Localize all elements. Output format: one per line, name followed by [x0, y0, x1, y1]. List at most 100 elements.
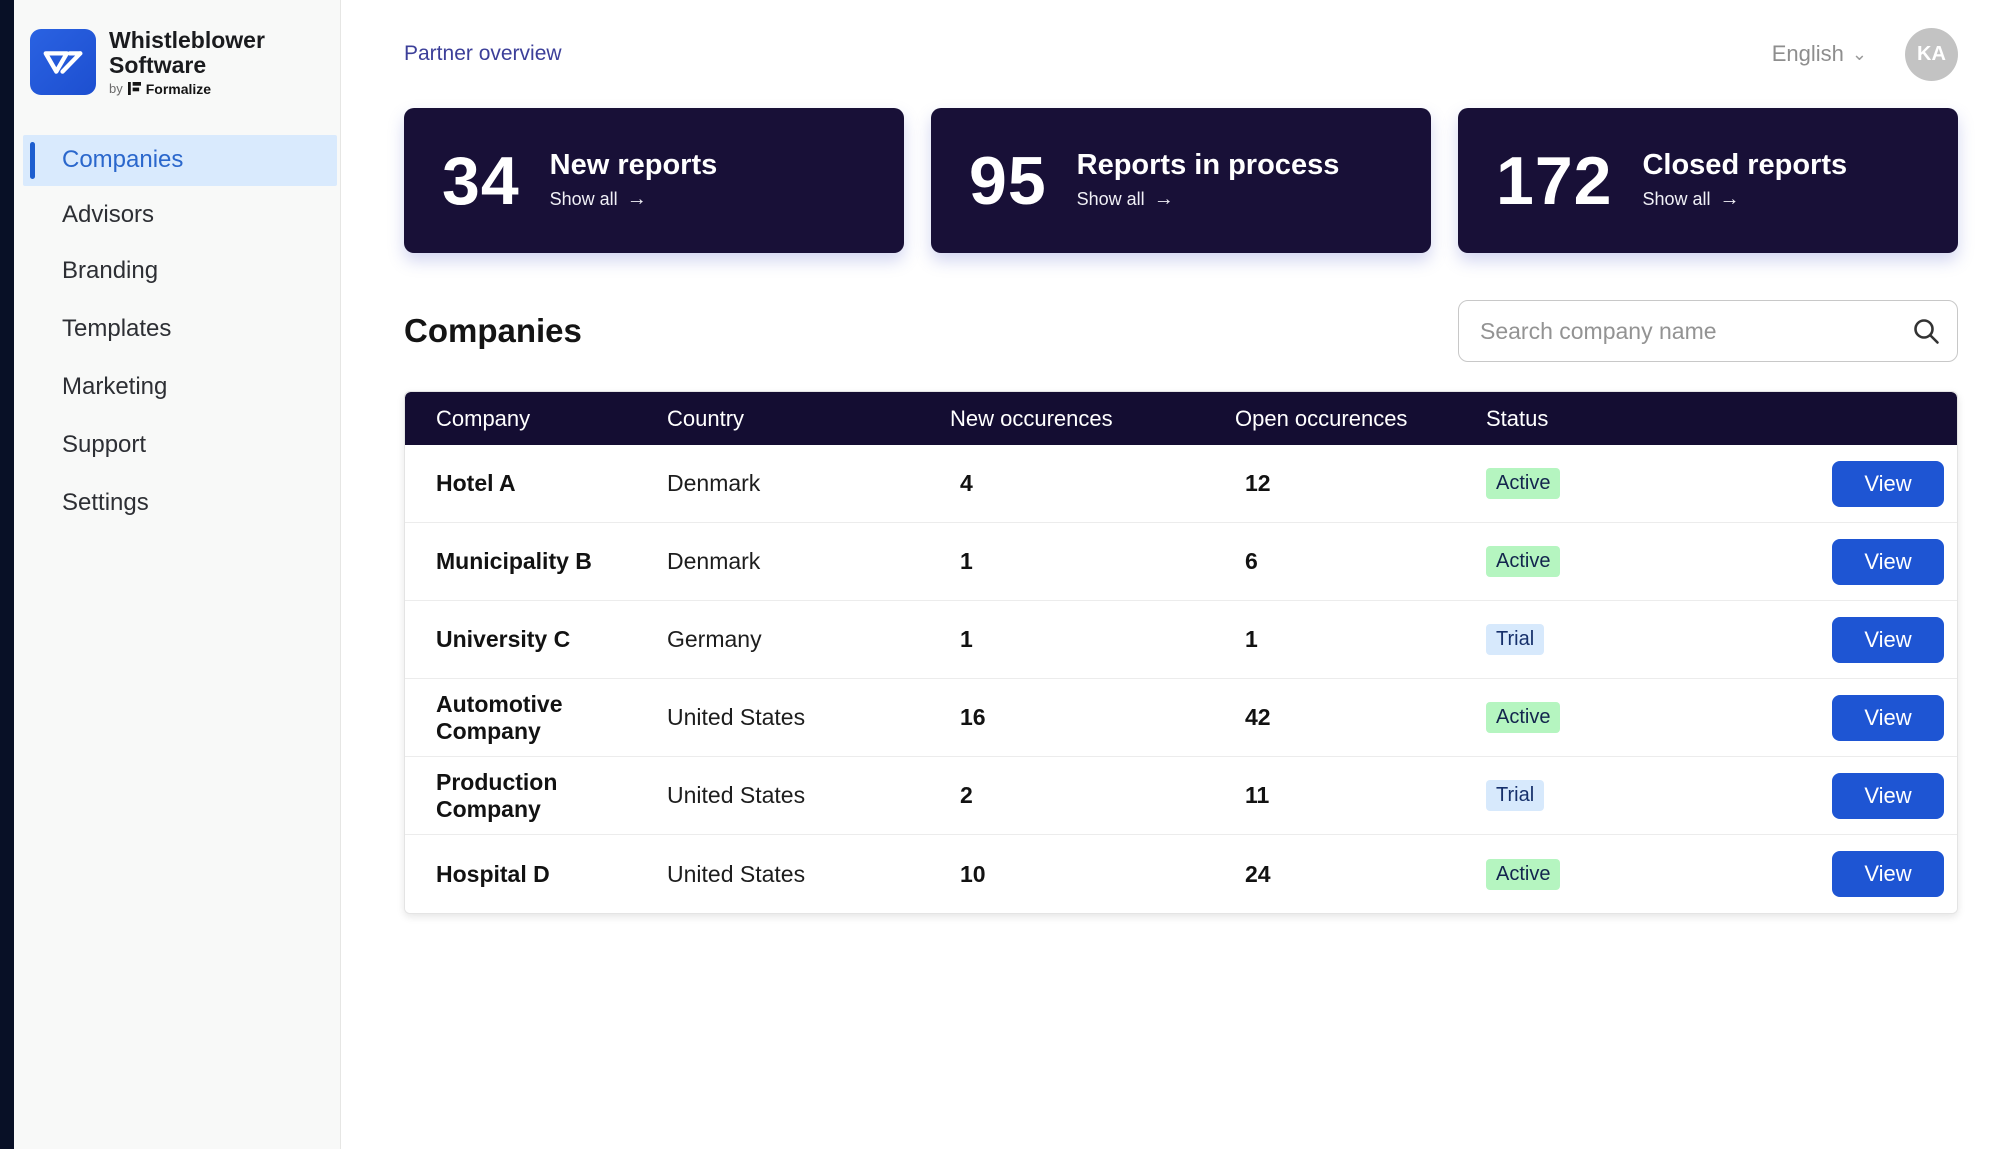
- avatar[interactable]: KA: [1905, 27, 1958, 81]
- main-content: Partner overview English ⌄ KA 34 New rep…: [341, 0, 2000, 1149]
- sidebar-item[interactable]: Branding: [23, 246, 337, 297]
- cell-new-occurences: 4: [960, 470, 973, 496]
- sidebar-item[interactable]: Settings: [23, 478, 337, 529]
- sidebar-item[interactable]: Templates: [23, 304, 337, 355]
- view-button[interactable]: View: [1832, 616, 1944, 663]
- sidebar-item-label: Settings: [62, 489, 149, 517]
- cell-country: United States: [667, 704, 806, 730]
- sidebar-item[interactable]: Support: [23, 420, 337, 471]
- language-selector[interactable]: English ⌄: [1772, 41, 1867, 67]
- col-header-status: Status: [1486, 405, 1549, 431]
- sidebar-item-label: Templates: [62, 315, 172, 343]
- stat-cards: 34 New reports Show all → 95 Reports in …: [404, 108, 1958, 253]
- col-header-new-occurences: New occurences: [950, 405, 1113, 431]
- left-edge-strip: [0, 0, 14, 1149]
- col-header-open-occurences: Open occurences: [1235, 405, 1408, 431]
- chevron-down-icon: ⌄: [1851, 43, 1867, 64]
- cell-country: Denmark: [667, 470, 761, 496]
- view-button[interactable]: View: [1832, 851, 1944, 897]
- cell-country: United States: [667, 860, 806, 887]
- sidebar-item-label: Advisors: [62, 201, 155, 229]
- status-badge: Trial: [1486, 624, 1545, 655]
- stat-card-show-all-link[interactable]: Show all →: [550, 188, 718, 211]
- cell-new-occurences: 1: [960, 626, 973, 652]
- status-badge: Active: [1486, 858, 1561, 890]
- cell-company: Hotel A: [436, 470, 516, 496]
- status-badge: Active: [1486, 546, 1561, 577]
- view-button[interactable]: View: [1832, 460, 1944, 507]
- search-icon[interactable]: [1912, 317, 1940, 345]
- table-header-row: Company Country New occurences Open occu…: [405, 392, 1957, 445]
- sidebar-item-label: Support: [62, 431, 147, 459]
- formalize-icon: [127, 82, 141, 96]
- status-badge: Active: [1486, 702, 1561, 733]
- cell-company: Hospital D: [436, 860, 550, 887]
- search-box: [1458, 300, 1958, 362]
- sidebar-item-label: Marketing: [62, 373, 168, 401]
- stat-card-title: Reports in process: [1076, 149, 1340, 182]
- stat-card-title: Closed reports: [1642, 149, 1848, 182]
- sidebar-item[interactable]: Marketing: [23, 362, 337, 413]
- stat-card-value: 172: [1496, 142, 1613, 219]
- sidebar-item[interactable]: Companies: [23, 134, 337, 186]
- stat-card: 34 New reports Show all →: [404, 108, 904, 253]
- sidebar: Whistleblower Software by Formalize Comp…: [14, 0, 341, 1149]
- status-badge: Active: [1486, 468, 1561, 499]
- stat-card: 172 Closed reports Show all →: [1458, 108, 1958, 253]
- table-row: Automotive Company United States 16 42 A…: [405, 679, 1957, 757]
- table-body: Hotel A Denmark 4 12 Active View Municip…: [405, 445, 1957, 913]
- cell-open-occurences: 24: [1245, 860, 1271, 887]
- col-header-country: Country: [667, 405, 745, 431]
- cell-new-occurences: 16: [960, 704, 986, 730]
- page-title: Companies: [404, 312, 582, 349]
- cell-open-occurences: 6: [1245, 548, 1258, 574]
- stat-card-title: New reports: [549, 149, 718, 182]
- brand-name-line1: Whistleblower: [109, 27, 265, 53]
- cell-new-occurences: 2: [960, 782, 973, 808]
- col-header-company: Company: [436, 405, 531, 431]
- language-label: English: [1771, 41, 1844, 66]
- cell-company: Municipality B: [436, 548, 592, 574]
- arrow-right-icon: →: [1153, 187, 1174, 210]
- arrow-right-icon: →: [626, 187, 647, 210]
- table-row: University C Germany 1 1 Trial View: [405, 601, 1957, 679]
- cell-open-occurences: 12: [1245, 470, 1271, 496]
- breadcrumb[interactable]: Partner overview: [404, 42, 562, 66]
- whistleblower-logo-icon: [30, 29, 96, 96]
- cell-open-occurences: 42: [1245, 704, 1271, 730]
- search-input[interactable]: [1458, 300, 1958, 362]
- sidebar-item-label: Branding: [62, 257, 159, 285]
- arrow-right-icon: →: [1719, 187, 1740, 210]
- view-button[interactable]: View: [1832, 772, 1944, 819]
- cell-new-occurences: 10: [960, 860, 986, 887]
- companies-table: Company Country New occurences Open occu…: [404, 391, 1958, 914]
- stat-card-value: 34: [442, 142, 520, 219]
- cell-country: Denmark: [667, 548, 761, 574]
- sidebar-item[interactable]: Advisors: [23, 190, 337, 241]
- cell-new-occurences: 1: [960, 548, 973, 574]
- brand-by-name: Formalize: [145, 80, 212, 97]
- brand-name-line2: Software: [109, 51, 207, 78]
- brand-logo: Whistleblower Software by Formalize: [14, 0, 340, 121]
- table-row: Production Company United States 2 11 Tr…: [405, 757, 1957, 835]
- sidebar-item-label: Companies: [62, 146, 184, 174]
- cell-open-occurences: 11: [1245, 782, 1270, 808]
- stat-card-show-all-link[interactable]: Show all →: [1642, 188, 1847, 211]
- stat-card: 95 Reports in process Show all →: [931, 108, 1431, 253]
- view-button[interactable]: View: [1832, 538, 1944, 585]
- companies-section-head: Companies: [404, 300, 1958, 362]
- cell-open-occurences: 1: [1245, 626, 1258, 652]
- table-row: Hospital D United States 10 24 Active Vi…: [405, 835, 1957, 913]
- view-button[interactable]: View: [1832, 694, 1944, 741]
- topbar: Partner overview English ⌄ KA: [404, 0, 1958, 100]
- brand-by-label: by: [109, 81, 123, 97]
- cell-country: United States: [667, 782, 806, 808]
- status-badge: Trial: [1486, 780, 1545, 811]
- table-row: Hotel A Denmark 4 12 Active View: [405, 445, 1957, 523]
- cell-company: University C: [436, 626, 571, 652]
- cell-company: Production Company: [436, 768, 558, 822]
- stat-card-show-all-link[interactable]: Show all →: [1077, 188, 1340, 211]
- sidebar-nav: Companies Advisors Branding Templates Ma…: [14, 134, 340, 529]
- cell-country: Germany: [667, 626, 762, 652]
- cell-company: Automotive Company: [436, 690, 563, 744]
